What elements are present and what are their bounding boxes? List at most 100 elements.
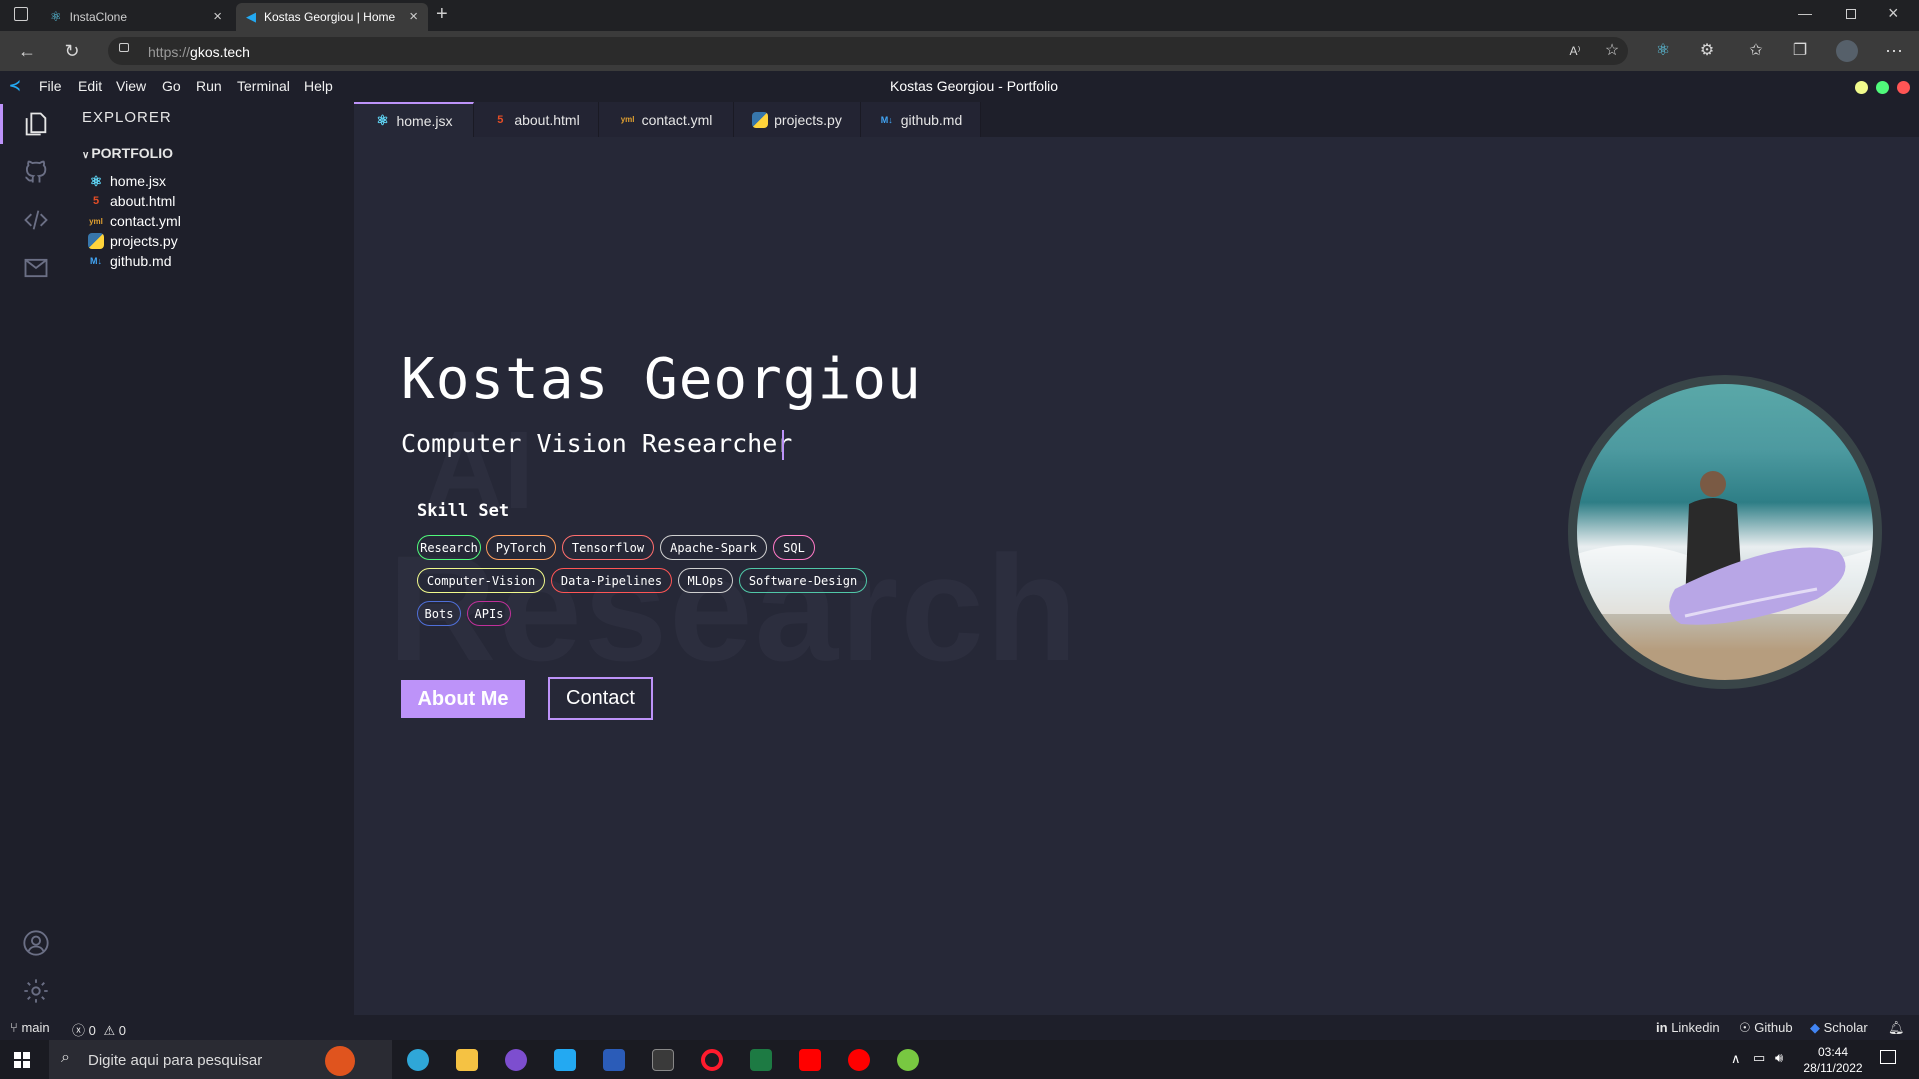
browser-tab-label: InstaClone bbox=[69, 10, 128, 24]
about-me-button[interactable]: About Me bbox=[401, 680, 525, 718]
tab-contact-yml[interactable]: yml contact.yml bbox=[599, 102, 734, 137]
contact-button[interactable]: Contact bbox=[548, 677, 653, 720]
file-home-jsx[interactable]: ⚛ home.jsx bbox=[88, 171, 166, 191]
lock-icon[interactable] bbox=[119, 43, 129, 52]
github-icon[interactable] bbox=[22, 158, 50, 186]
maximize-dot[interactable] bbox=[1876, 81, 1889, 94]
browser-tab-instaclone[interactable]: ⚛ InstaClone × bbox=[40, 3, 232, 31]
explorer-sidebar: EXPLORER ∨ PORTFOLIO ⚛ home.jsx 5 about.h… bbox=[71, 100, 354, 1015]
refresh-icon[interactable]: ↻ bbox=[60, 39, 84, 63]
menu-go[interactable]: Go bbox=[162, 78, 181, 94]
menu-edit[interactable]: Edit bbox=[78, 78, 102, 94]
github-link[interactable]: ☉ Github bbox=[1739, 1020, 1793, 1036]
file-about-html[interactable]: 5 about.html bbox=[88, 191, 175, 211]
github-icon: ☉ bbox=[1739, 1020, 1751, 1035]
url-field[interactable] bbox=[108, 37, 1628, 65]
close-window-button[interactable]: × bbox=[1888, 3, 1899, 24]
add-favorite-icon[interactable]: ☆ bbox=[1600, 39, 1624, 63]
file-explorer-icon[interactable] bbox=[456, 1049, 478, 1071]
tab-projects-py[interactable]: projects.py bbox=[734, 102, 861, 137]
restore-button[interactable] bbox=[1846, 9, 1856, 19]
extensions-icon[interactable]: ⚙ bbox=[1695, 39, 1719, 63]
browser-address-bar: ← ↻ https://gkos.tech A⁾ ☆ ⚛ ⚙ ✩ ❐ ⋯ bbox=[0, 31, 1919, 71]
tab-github-md[interactable]: M↓ github.md bbox=[861, 102, 981, 137]
youtube-icon[interactable] bbox=[799, 1049, 821, 1071]
volume-icon[interactable]: 🔊︎ bbox=[1775, 1050, 1783, 1066]
utorrent-icon[interactable] bbox=[897, 1049, 919, 1071]
editor-content: AI Research Kostas Georgiou Computer Vis… bbox=[354, 137, 1919, 1015]
close-tab-icon[interactable]: × bbox=[213, 8, 222, 25]
github-desktop-icon[interactable] bbox=[505, 1049, 527, 1071]
skill-chip-tensorflow: Tensorflow bbox=[562, 535, 654, 560]
react-icon: ⚛ bbox=[89, 172, 103, 189]
linkedin-link[interactable]: in Linkedin bbox=[1656, 1020, 1720, 1035]
tray-chevron-up-icon[interactable]: ∧ bbox=[1731, 1051, 1741, 1067]
excel-icon[interactable] bbox=[750, 1049, 772, 1071]
edge-browser-icon[interactable] bbox=[407, 1049, 429, 1071]
problems-indicator[interactable]: ⓧ 0 ⚠ 0 bbox=[72, 1020, 126, 1039]
youtube-music-icon[interactable] bbox=[848, 1049, 870, 1071]
terminal-icon[interactable] bbox=[652, 1049, 674, 1071]
menu-file[interactable]: File bbox=[39, 78, 62, 94]
collections-icon[interactable]: ❐ bbox=[1788, 39, 1812, 63]
back-arrow-icon[interactable]: ← bbox=[15, 39, 39, 63]
tab-home-jsx[interactable]: ⚛ home.jsx bbox=[354, 102, 474, 137]
search-highlight-icon bbox=[325, 1046, 355, 1076]
menu-help[interactable]: Help bbox=[304, 78, 333, 94]
close-tab-icon[interactable]: × bbox=[409, 8, 418, 25]
chevron-down-icon: ∨ bbox=[82, 150, 90, 161]
skill-chip-apache-spark: Apache-Spark bbox=[660, 535, 767, 560]
file-contact-yml[interactable]: yml contact.yml bbox=[88, 211, 181, 231]
taskbar-clock[interactable]: 03:44 28/11/2022 bbox=[1799, 1044, 1867, 1076]
notifications-bell-icon[interactable]: 🔔︎ bbox=[1888, 1020, 1905, 1036]
scholar-link[interactable]: ◆ Scholar bbox=[1810, 1020, 1868, 1036]
react-devtools-icon[interactable]: ⚛ bbox=[1651, 39, 1675, 63]
windows-start-icon[interactable] bbox=[14, 1052, 30, 1068]
read-aloud-icon[interactable]: A⁾ bbox=[1563, 39, 1587, 63]
notification-center-icon[interactable] bbox=[1880, 1050, 1896, 1064]
more-options-icon[interactable]: ⋯ bbox=[1882, 39, 1906, 63]
menu-run[interactable]: Run bbox=[196, 78, 222, 94]
menu-terminal[interactable]: Terminal bbox=[237, 78, 290, 94]
github-label: Github bbox=[1754, 1020, 1793, 1035]
file-github-md[interactable]: M↓ github.md bbox=[88, 251, 171, 271]
opera-icon[interactable] bbox=[701, 1049, 723, 1071]
menu-bar: ≺ File Edit View Go Run Terminal Help Ko… bbox=[0, 71, 1919, 100]
file-projects-py[interactable]: projects.py bbox=[88, 231, 178, 251]
tab-actions-icon[interactable] bbox=[14, 7, 28, 21]
folder-name: PORTFOLIO bbox=[91, 145, 173, 161]
settings-gear-icon[interactable] bbox=[22, 977, 50, 1005]
scholar-label: Scholar bbox=[1823, 1020, 1868, 1035]
minimize-button[interactable]: — bbox=[1798, 5, 1812, 21]
browser-tab-kostas-home[interactable]: ◀ Kostas Georgiou | Home × bbox=[236, 3, 428, 31]
error-count: 0 bbox=[88, 1023, 96, 1038]
tab-label: contact.yml bbox=[641, 111, 713, 128]
code-icon[interactable] bbox=[22, 206, 50, 234]
new-tab-button[interactable]: + bbox=[436, 3, 448, 26]
mail-icon[interactable] bbox=[22, 254, 50, 282]
account-icon[interactable] bbox=[22, 929, 50, 957]
explorer-files-icon[interactable] bbox=[22, 110, 50, 138]
git-branch[interactable]: ⑂ main bbox=[10, 1020, 50, 1035]
skill-chip-bots: Bots bbox=[417, 601, 461, 626]
html5-icon: 5 bbox=[497, 113, 504, 126]
url-protocol: https:// bbox=[148, 44, 191, 60]
network-icon[interactable]: ▭ bbox=[1753, 1050, 1765, 1066]
folder-portfolio[interactable]: ∨ PORTFOLIO bbox=[82, 145, 173, 161]
profile-avatar[interactable] bbox=[1836, 40, 1858, 62]
skill-chip-computer-vision: Computer-Vision bbox=[417, 568, 545, 593]
word-icon[interactable] bbox=[603, 1049, 625, 1071]
tab-about-html[interactable]: 5 about.html bbox=[474, 102, 599, 137]
file-label: github.md bbox=[110, 253, 172, 269]
minimize-dot[interactable] bbox=[1855, 81, 1868, 94]
close-dot[interactable] bbox=[1897, 81, 1910, 94]
vscode-icon[interactable] bbox=[554, 1049, 576, 1071]
browser-tab-bar: ⚛ InstaClone × ◀ Kostas Georgiou | Home … bbox=[0, 0, 1919, 31]
file-label: about.html bbox=[110, 193, 176, 209]
windows-taskbar: ⌕ Digite aqui para pesquisar ∧ ▭ 🔊︎ 03:4… bbox=[0, 1040, 1919, 1079]
menu-view[interactable]: View bbox=[116, 78, 146, 94]
active-indicator bbox=[0, 104, 3, 144]
file-label: contact.yml bbox=[110, 213, 181, 229]
favorites-icon[interactable]: ✩ bbox=[1744, 39, 1768, 63]
linkedin-icon: in bbox=[1656, 1020, 1668, 1035]
